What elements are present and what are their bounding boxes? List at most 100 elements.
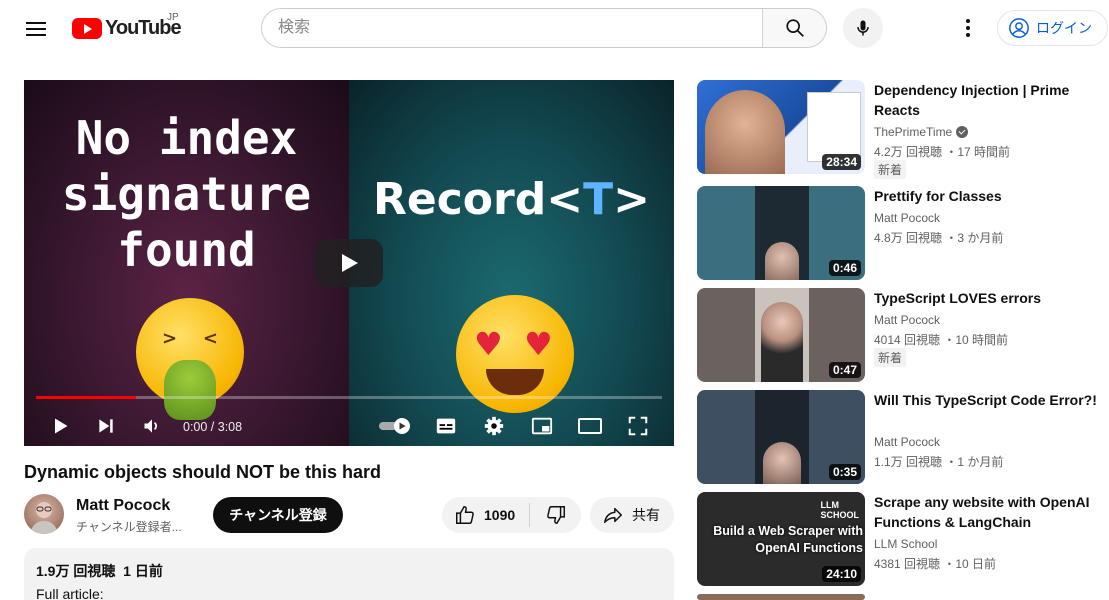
recommendation-title: TypeScript LOVES errors — [874, 290, 1042, 306]
channel-avatar[interactable] — [24, 494, 64, 534]
video-player[interactable]: No index signature found Record<T> > < ♥ ♥… — [24, 80, 674, 446]
recommendation-item[interactable]: LLM SCHOOL Build a Web Scraper with Open… — [697, 492, 1107, 586]
channel-label: Matt Pocock — [874, 435, 941, 449]
duration-badge: 0:35 — [828, 464, 861, 480]
channel-label: Matt Pocock — [874, 211, 941, 225]
recommendation-channel[interactable]: Matt Pocock — [874, 435, 940, 449]
recommendation-thumbnail: 28:34 — [697, 80, 865, 174]
masthead: YouTube JP ログイン — [0, 0, 1109, 56]
large-play-button[interactable] — [315, 239, 383, 287]
thumb-person — [765, 242, 799, 280]
duration-badge: 0:46 — [828, 260, 861, 276]
subtitles-icon[interactable] — [434, 414, 458, 438]
play-icon[interactable] — [48, 414, 72, 438]
search-button[interactable] — [762, 9, 826, 47]
recommendation-title: Prettify for Classes — [874, 188, 1002, 204]
login-button[interactable]: ログイン — [997, 10, 1108, 46]
recommendation-title: Will This TypeScript Code Error?! — [874, 392, 1097, 408]
subscriber-count: チャンネル登録者... — [76, 520, 182, 534]
thumbs-down-icon — [546, 506, 565, 524]
share-label: 共有 — [632, 507, 660, 523]
recommendation-meta: 4.2万 回視聴 ・17 時間前 — [874, 145, 1011, 159]
recommendation-thumbnail: LLM SCHOOL Build a Web Scraper with Open… — [697, 492, 865, 586]
type-param-text: T — [583, 174, 614, 225]
recommendation-item[interactable]: 0:46 Prettify for Classes Matt Pocock 4.… — [697, 186, 1107, 280]
theater-mode-icon[interactable] — [576, 414, 604, 438]
time-display: 0:00 / 3:08 — [183, 420, 243, 434]
miniplayer-icon[interactable] — [530, 414, 554, 438]
login-label: ログイン — [1036, 20, 1092, 36]
progress-bar[interactable] — [36, 396, 662, 399]
duration-badge: 0:47 — [828, 362, 861, 378]
channel-label: Matt Pocock — [874, 313, 941, 327]
thumb-overlay-title: Build a Web Scraper with OpenAI Function… — [713, 524, 863, 555]
search-box — [261, 8, 827, 48]
progress-fill — [36, 396, 137, 399]
share-icon — [604, 507, 622, 524]
recommendation-channel[interactable]: LLM School — [874, 537, 937, 551]
like-dislike-bar: 1090 — [442, 497, 581, 533]
channel-label: LLM School — [874, 537, 938, 551]
voice-search-button[interactable] — [843, 8, 883, 48]
share-button[interactable]: 共有 — [590, 497, 674, 533]
thumb-person — [763, 442, 801, 484]
like-button[interactable]: 1090 — [442, 503, 530, 527]
like-count: 1090 — [484, 507, 516, 523]
recommendation-meta: 1.1万 回視聴 ・1 か月前 — [874, 455, 1004, 469]
search-icon — [785, 19, 804, 37]
more-options-icon[interactable] — [956, 16, 980, 40]
description-meta: 1.9万 回視聴 1 日前 — [36, 561, 662, 581]
thumb-person — [705, 90, 785, 174]
video-title: Dynamic objects should NOT be this hard — [24, 462, 382, 482]
fullscreen-icon[interactable] — [626, 414, 650, 438]
thumbnail-right-text: Record<T> — [349, 172, 674, 228]
channel-label: ThePrimeTime — [874, 125, 953, 139]
record-text: Record< — [373, 174, 584, 225]
recommendation-title: Scrape any website with OpenAI Functions… — [874, 494, 1090, 530]
record-close-text: > — [613, 174, 650, 225]
subscribe-button[interactable]: チャンネル登録 — [213, 497, 343, 533]
recommendation-thumbnail: 0:47 — [697, 288, 865, 382]
menu-icon[interactable] — [24, 18, 48, 38]
search-input[interactable] — [262, 9, 762, 47]
new-badge: 新着 — [874, 160, 907, 179]
dislike-button[interactable] — [530, 497, 581, 533]
recommendation-meta: 4014 回視聴 ・10 時間前 — [874, 333, 1009, 347]
thumb-code-panel — [807, 92, 861, 162]
description-box[interactable]: 1.9万 回視聴 1 日前 Full article: — [24, 548, 674, 600]
description-text: Full article: — [36, 586, 104, 600]
player-controls: 0:00 / 3:08 — [24, 406, 674, 446]
microphone-icon — [857, 20, 869, 36]
volume-icon[interactable] — [140, 414, 164, 438]
recommendation-item[interactable]: 28:34 Dependency Injection | Prime React… — [697, 80, 1107, 179]
account-circle-icon — [1009, 18, 1029, 38]
thumbs-up-icon — [456, 506, 474, 524]
duration-badge: 28:34 — [822, 154, 861, 170]
recommendation-channel[interactable]: ThePrimeTime — [874, 125, 969, 139]
recommendation-item[interactable] — [697, 594, 1107, 600]
settings-gear-icon[interactable] — [482, 414, 506, 438]
channel-name[interactable]: Matt Pocock — [76, 497, 170, 515]
thumb-person — [761, 302, 803, 382]
vomiting-face-icon: > < — [136, 298, 244, 420]
recommendation-title: Dependency Injection | Prime Reacts — [874, 82, 1070, 118]
thumb-overlay-brand: LLM SCHOOL — [820, 500, 859, 520]
recommendation-channel[interactable]: Matt Pocock — [874, 313, 940, 327]
recommendation-meta: 4.8万 回視聴 ・3 か月前 — [874, 231, 1004, 245]
upload-age: 1 日前 — [123, 563, 163, 579]
recommendation-channel[interactable]: Matt Pocock — [874, 211, 940, 225]
autoplay-toggle-icon[interactable] — [378, 414, 412, 438]
thumbnail-left-text: No index signature found — [61, 111, 312, 277]
region-code: JP — [167, 12, 179, 23]
recommendation-thumbnail: 0:46 — [697, 186, 865, 280]
next-icon[interactable] — [94, 414, 118, 438]
youtube-play-logo-icon — [72, 17, 102, 39]
recommendation-thumbnail: 0:35 — [697, 390, 865, 484]
youtube-logo[interactable]: YouTube — [72, 16, 182, 40]
view-count: 1.9万 回視聴 — [36, 563, 116, 579]
recommendation-thumbnail — [697, 594, 865, 600]
new-badge: 新着 — [874, 348, 907, 367]
recommendation-item[interactable]: 0:47 TypeScript LOVES errors Matt Pocock… — [697, 288, 1107, 382]
duration-badge: 24:10 — [822, 566, 861, 582]
recommendation-item[interactable]: 0:35 Will This TypeScript Code Error?! M… — [697, 390, 1107, 484]
